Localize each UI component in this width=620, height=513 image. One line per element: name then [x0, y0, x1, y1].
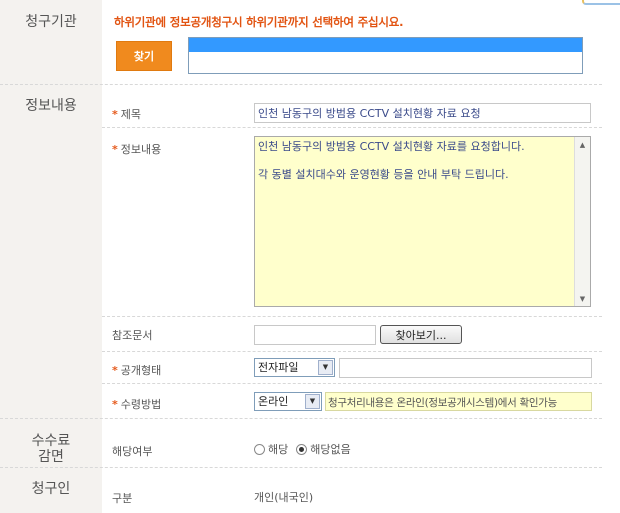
textarea-scrollbar[interactable]: ▲ ▼ — [574, 137, 590, 306]
receipt-select[interactable]: 온라인 ▼ — [254, 392, 322, 411]
disclosure-selected-value: 전자파일 — [258, 361, 299, 374]
content-label: * 정보내용 — [112, 141, 161, 157]
content-label-text: 정보내용 — [120, 143, 162, 156]
corner-decoration — [582, 0, 620, 5]
required-mark: * — [112, 364, 118, 377]
disclosure-extra-input[interactable] — [339, 358, 592, 378]
content-textarea[interactable]: 인천 남동구의 방범용 CCTV 설치현황 자료를 요청합니다. 각 동별 설치… — [254, 136, 591, 307]
fee-radio-not-applicable[interactable] — [296, 443, 308, 455]
content-paragraph: 인천 남동구의 방범용 CCTV 설치현황 자료를 요청합니다. — [258, 140, 525, 153]
fee-option-applicable-label[interactable]: 해당 — [268, 441, 288, 457]
disclosure-select[interactable]: 전자파일 ▼ — [254, 358, 335, 377]
fee-radio-group: 해당 해당없음 — [254, 441, 359, 457]
required-mark: * — [112, 108, 118, 121]
fee-applicable-label: 해당여부 — [112, 445, 153, 458]
title-label-text: 제목 — [120, 108, 142, 121]
chevron-down-icon[interactable]: ▼ — [305, 394, 320, 409]
content-paragraph: 각 동별 설치대수와 운영현황 등을 안내 부탁 드립니다. — [258, 168, 509, 181]
agency-listbox[interactable] — [188, 37, 583, 74]
row-divider — [102, 383, 602, 384]
agency-notice: 하위기관에 정보공개청구시 하위기관까지 선택하여 주십시요. — [114, 15, 404, 29]
section-info-label: 정보내용 — [25, 98, 77, 114]
row-divider — [102, 127, 602, 128]
required-mark: * — [112, 143, 118, 156]
reference-label: 참조문서 — [112, 329, 153, 342]
receipt-label-text: 수령방법 — [120, 398, 162, 411]
browse-button[interactable]: 찾아보기... — [380, 325, 462, 344]
section-requester-label: 청구인 — [31, 481, 71, 497]
required-mark: * — [112, 398, 118, 411]
title-label: * 제목 — [112, 106, 141, 122]
requester-type-value: 개인(내국인) — [254, 491, 314, 504]
agency-list-selected-item[interactable] — [189, 38, 582, 52]
section-divider — [0, 467, 602, 468]
section-divider — [0, 418, 602, 419]
section-agency-label: 청구기관 — [25, 14, 77, 30]
title-input[interactable]: 인천 남동구의 방범용 CCTV 설치현황 자료 요청 — [254, 103, 591, 123]
receipt-selected-value: 온라인 — [258, 395, 289, 408]
reference-file-input[interactable] — [254, 325, 376, 345]
receipt-hint: 청구처리내용은 온라인(정보공개시스템)에서 확인가능 — [325, 392, 592, 411]
row-divider — [102, 351, 602, 352]
triangle-down-icon[interactable]: ▼ — [575, 291, 590, 306]
chevron-down-icon[interactable]: ▼ — [318, 360, 333, 375]
find-agency-button[interactable]: 찾기 — [116, 41, 172, 71]
section-divider — [0, 84, 602, 85]
receipt-label: * 수령방법 — [112, 396, 161, 412]
disclosure-label-text: 공개형태 — [120, 364, 162, 377]
row-divider — [102, 316, 602, 317]
fee-radio-applicable[interactable] — [254, 443, 265, 455]
requester-type-label: 구분 — [112, 492, 133, 505]
fee-option-not-applicable-label[interactable]: 해당없음 — [310, 441, 350, 457]
disclosure-label: * 공개형태 — [112, 362, 161, 378]
triangle-up-icon[interactable]: ▲ — [575, 137, 590, 152]
section-fee-label: 수수료 감면 — [31, 433, 71, 465]
